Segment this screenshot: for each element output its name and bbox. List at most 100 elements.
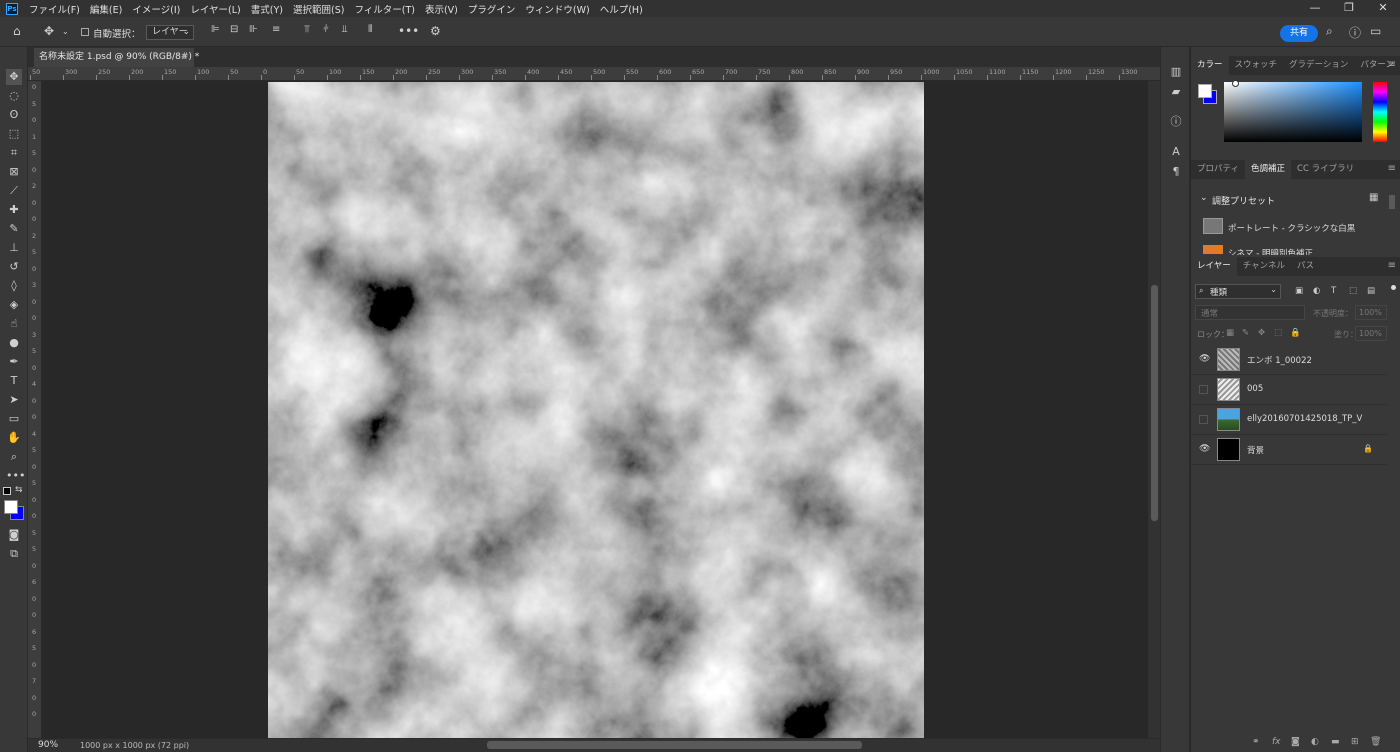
- history-panel-icon[interactable]: ▥: [1169, 65, 1183, 79]
- horizontal-scrollbar-thumb[interactable]: [487, 741, 862, 749]
- tab-color[interactable]: カラー: [1191, 56, 1229, 75]
- chevron-down-icon[interactable]: ⌄: [1200, 193, 1208, 203]
- preset-item[interactable]: シネマ - 明暗別色補正: [1228, 247, 1313, 255]
- adjustment-layer-icon[interactable]: ◐: [1311, 737, 1319, 747]
- menu-edit[interactable]: 編集(E): [85, 2, 127, 16]
- healing-brush-icon[interactable]: ✚: [6, 202, 22, 218]
- menu-view[interactable]: 表示(V): [420, 2, 463, 16]
- fill-field[interactable]: 100%: [1355, 326, 1387, 341]
- object-select-icon[interactable]: ⬚: [6, 126, 22, 142]
- layer-row[interactable]: 005: [1191, 375, 1387, 405]
- menu-filter[interactable]: フィルター(T): [349, 2, 420, 16]
- minimize-icon[interactable]: —: [1298, 0, 1332, 17]
- menu-window[interactable]: ウィンドウ(W): [520, 2, 594, 16]
- lock-transparent-icon[interactable]: ▦: [1226, 328, 1234, 338]
- paragraph-panel-icon[interactable]: ¶: [1169, 165, 1183, 179]
- tab-channels[interactable]: チャンネル: [1237, 257, 1291, 276]
- menu-image[interactable]: イメージ(I): [127, 2, 185, 16]
- share-button[interactable]: 共有: [1280, 25, 1318, 42]
- zoom-icon[interactable]: ⌕: [6, 449, 22, 465]
- crop-icon[interactable]: ⌗: [6, 145, 22, 161]
- ellipse-marquee-icon[interactable]: ◌: [6, 88, 22, 104]
- zoom-level[interactable]: 90%: [38, 740, 58, 750]
- search-icon[interactable]: ⌕: [1326, 24, 1333, 39]
- filter-adjustment-icon[interactable]: ◐: [1313, 286, 1320, 296]
- lock-position-icon[interactable]: ✥: [1258, 328, 1265, 338]
- new-layer-icon[interactable]: ⊞: [1351, 737, 1359, 747]
- color-picker-handle[interactable]: [1232, 80, 1239, 87]
- tab-swatches[interactable]: スウォッチ: [1229, 56, 1284, 75]
- tab-properties[interactable]: プロパティ: [1191, 160, 1245, 179]
- add-mask-icon[interactable]: ◙: [1291, 737, 1300, 747]
- layer-row[interactable]: 👁 背景 🔒: [1191, 435, 1387, 465]
- new-group-icon[interactable]: ▬: [1331, 737, 1340, 747]
- document-canvas[interactable]: [268, 82, 924, 738]
- menu-layer[interactable]: レイヤー(L): [185, 2, 245, 16]
- panel-menu-icon[interactable]: ≡: [1388, 163, 1396, 174]
- panel-menu-icon[interactable]: ≡: [1388, 59, 1396, 70]
- color-field[interactable]: [1224, 82, 1362, 142]
- tab-paths[interactable]: パス: [1291, 257, 1320, 276]
- dodge-icon[interactable]: ●: [6, 335, 22, 351]
- move-tool-icon[interactable]: ✥: [6, 69, 22, 85]
- document-info[interactable]: 1000 px x 1000 px (72 ppi): [80, 741, 189, 750]
- distribute-icon[interactable]: ≡: [272, 24, 280, 35]
- eye-icon[interactable]: 👁: [1199, 354, 1210, 364]
- history-brush-icon[interactable]: ↺: [6, 259, 22, 275]
- clone-stamp-icon[interactable]: ⊥: [6, 240, 22, 256]
- align-center-icon[interactable]: ⊟: [230, 24, 238, 35]
- layer-row[interactable]: elly20160701425018_TP_V: [1191, 405, 1387, 435]
- menu-file[interactable]: ファイル(F): [24, 2, 85, 16]
- lasso-icon[interactable]: ʘ: [6, 107, 22, 123]
- paint-bucket-icon[interactable]: ◈: [6, 297, 22, 313]
- auto-select-checkbox[interactable]: [81, 28, 89, 36]
- panel-menu-icon[interactable]: ≡: [1388, 260, 1396, 271]
- smudge-icon[interactable]: ☝: [6, 316, 22, 332]
- distribute-vertical-icon[interactable]: ⦀: [368, 24, 372, 35]
- quick-mask-icon[interactable]: ◙: [6, 527, 22, 543]
- opacity-field[interactable]: 100%: [1355, 305, 1387, 320]
- eye-icon[interactable]: 👁: [1199, 444, 1210, 454]
- fx-icon[interactable]: fx: [1272, 737, 1281, 747]
- filter-smart-object-icon[interactable]: ▤: [1367, 286, 1375, 296]
- foreground-color-swatch[interactable]: [4, 500, 18, 514]
- close-icon[interactable]: ✕: [1366, 0, 1400, 17]
- align-middle-icon[interactable]: ⫩: [323, 24, 329, 35]
- filter-pixel-icon[interactable]: ▣: [1295, 286, 1303, 296]
- trash-icon[interactable]: 🗑: [1370, 737, 1381, 747]
- align-top-icon[interactable]: ⫪: [304, 24, 310, 35]
- screen-mode-icon[interactable]: ⧉: [6, 546, 22, 562]
- align-bottom-icon[interactable]: ⫫: [342, 24, 348, 35]
- lock-all-icon[interactable]: 🔒: [1290, 328, 1301, 338]
- hue-slider[interactable]: [1373, 82, 1387, 142]
- gear-icon[interactable]: ⚙: [430, 24, 441, 38]
- lock-pixels-icon[interactable]: ✎: [1242, 328, 1249, 338]
- grid-view-icon[interactable]: ▦: [1369, 192, 1378, 203]
- menu-help[interactable]: ヘルプ(H): [595, 2, 648, 16]
- pen-icon[interactable]: ✒: [6, 354, 22, 370]
- lock-icon[interactable]: 🔒: [1363, 444, 1373, 453]
- align-right-icon[interactable]: ⊪: [249, 24, 258, 35]
- foreground-color-chip[interactable]: [1198, 84, 1212, 98]
- home-icon[interactable]: ⌂: [13, 24, 21, 38]
- filter-type-icon[interactable]: T: [1331, 286, 1336, 296]
- eraser-icon[interactable]: ◊: [6, 278, 22, 294]
- menu-plugins[interactable]: プラグイン: [463, 2, 521, 16]
- auto-select-target-dropdown[interactable]: レイヤー ⌄: [146, 25, 194, 40]
- path-select-icon[interactable]: ➤: [6, 392, 22, 408]
- swap-colors-icon[interactable]: ⇆: [15, 485, 23, 495]
- layer-row[interactable]: 👁 エンボ 1_00022: [1191, 345, 1387, 375]
- move-tool-icon[interactable]: ✥: [44, 24, 54, 38]
- more-options-icon[interactable]: •••: [398, 24, 419, 38]
- comments-panel-icon[interactable]: ▰: [1169, 85, 1183, 99]
- workspace-icon[interactable]: ▭: [1370, 24, 1381, 38]
- tab-adjustments[interactable]: 色調補正: [1245, 160, 1292, 179]
- tab-gradients[interactable]: グラデーション: [1283, 56, 1354, 75]
- filter-shape-icon[interactable]: ⬚: [1349, 286, 1357, 296]
- frame-icon[interactable]: ⊠: [6, 164, 22, 180]
- presets-scrollbar[interactable]: [1389, 195, 1395, 209]
- vertical-scrollbar-thumb[interactable]: [1151, 285, 1158, 521]
- align-left-icon[interactable]: ⊫: [211, 24, 220, 35]
- visibility-toggle[interactable]: [1199, 415, 1208, 424]
- visibility-toggle[interactable]: [1199, 385, 1208, 394]
